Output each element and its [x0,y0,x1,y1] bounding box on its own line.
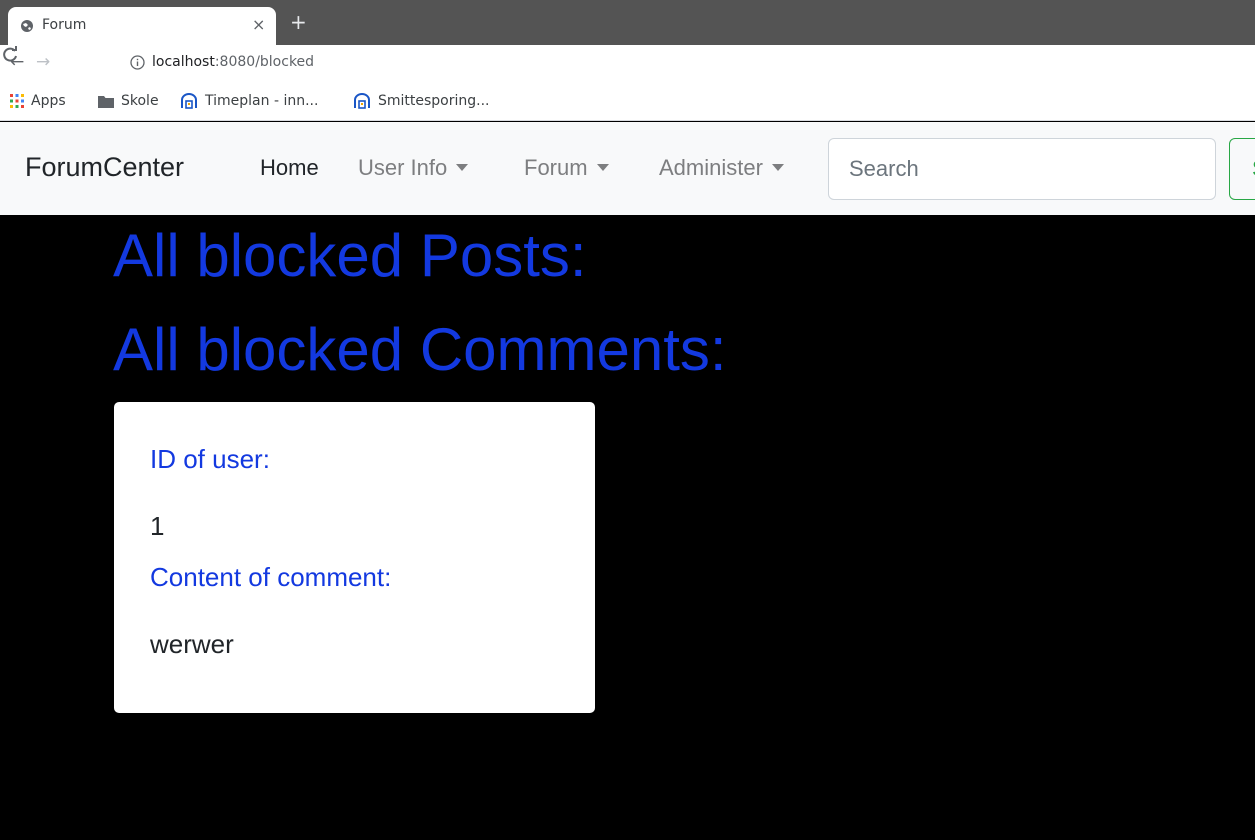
url-host: localhost [152,54,215,70]
nav-forum-label: Forum [524,155,588,180]
url-path: :8080/blocked [214,54,315,70]
comment-content-value: werwer [150,629,234,659]
browser-toolbar: ← → localhost:8080/blocked [0,45,1255,81]
bookmarks-bar: Apps Skole Timeplan - inn... Smittespori… [0,81,1255,121]
bookmark-apps[interactable]: Apps [10,91,66,111]
site-icon [354,93,370,109]
brand-link[interactable]: ForumCenter [25,152,184,183]
bookmark-label: Apps [31,93,66,109]
user-id-value: 1 [150,511,165,541]
bookmark-skole[interactable]: Skole [98,91,159,111]
apps-grid-icon [10,94,24,108]
blocked-posts-heading: All blocked Posts: [113,222,587,289]
nav-forum-dropdown[interactable]: Forum [524,155,609,181]
caret-down-icon [771,164,784,171]
nav-home[interactable]: Home [260,155,319,181]
nav-user-info-label: User Info [358,155,448,180]
nav-administer-dropdown[interactable]: Administer [659,155,784,181]
site-icon [181,93,197,109]
info-icon[interactable] [130,55,145,70]
new-tab-button[interactable]: + [290,12,307,32]
blocked-comments-heading: All blocked Comments: [113,316,727,383]
comment-content-label: Content of comment: [150,562,392,592]
folder-icon [98,95,114,108]
site-navbar: ForumCenter Home User Info Forum Adminis… [0,122,1255,215]
back-arrow-icon[interactable]: ← [10,52,24,72]
globe-icon [21,20,33,32]
user-id-label: ID of user: [150,444,270,474]
close-tab-icon[interactable]: × [252,15,265,35]
tab-title: Forum [42,17,87,33]
blocked-comment-card: ID of user: 1 Content of comment: werwer [114,402,595,713]
caret-down-icon [456,164,469,171]
bookmark-timeplan[interactable]: Timeplan - inn... [180,91,318,111]
url-text: localhost:8080/blocked [152,54,314,70]
forward-arrow-icon[interactable]: → [36,52,50,72]
bookmark-smittesporing[interactable]: Smittesporing... [353,91,490,111]
bookmark-label: Smittesporing... [378,93,490,109]
nav-administer-label: Administer [659,155,763,180]
bookmark-label: Skole [121,93,159,109]
bookmark-label: Timeplan - inn... [205,93,319,109]
caret-down-icon [596,164,609,171]
search-button[interactable]: S [1229,138,1255,200]
nav-user-info-dropdown[interactable]: User Info [358,155,469,181]
browser-tab[interactable]: Forum × [8,7,276,45]
search-input[interactable] [828,138,1216,200]
address-bar[interactable]: localhost:8080/blocked [118,49,1255,77]
browser-tab-strip: Forum × + [0,0,1255,45]
